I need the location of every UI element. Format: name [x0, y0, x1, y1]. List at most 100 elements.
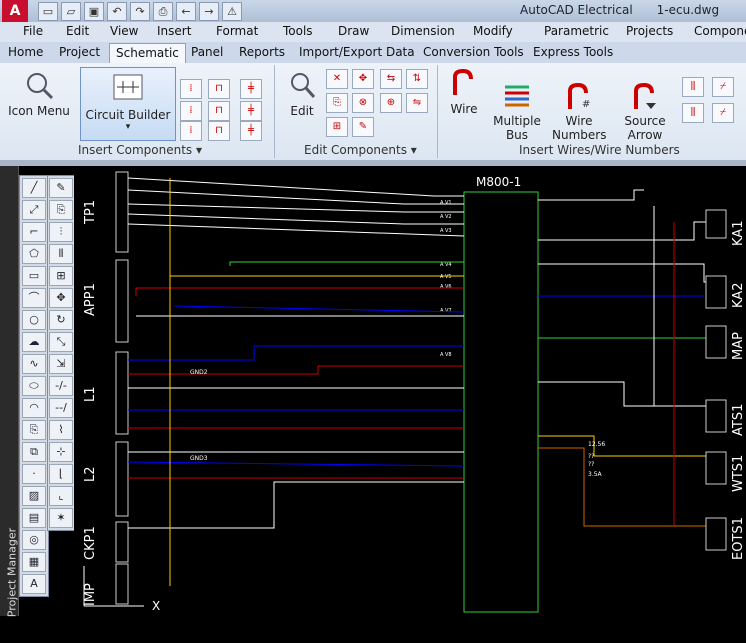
save-icon[interactable]: ▣	[84, 2, 104, 21]
copy-icon[interactable]: ⎘	[49, 200, 73, 220]
trim-icon[interactable]: -/-	[49, 376, 73, 396]
insert-tool-7[interactable]: ⁞	[180, 121, 202, 141]
tab-project[interactable]: Project	[59, 45, 100, 59]
retag-icon[interactable]: ⊗	[352, 93, 374, 113]
polyline-icon[interactable]: ⌐	[22, 222, 46, 242]
app-logo-icon[interactable]: A	[2, 0, 28, 22]
toggle-icon[interactable]: ⇋	[406, 93, 428, 113]
hatch-icon[interactable]: ▨	[22, 486, 46, 506]
menu-parametric[interactable]: Parametric	[544, 24, 609, 38]
insert-tool-9[interactable]: ╪	[240, 121, 262, 141]
insert-tool-5[interactable]: ⊓	[208, 101, 230, 121]
wire-tool-1[interactable]: ⫼	[682, 77, 704, 97]
menu-projects[interactable]: Projects	[626, 24, 673, 38]
wire-label: Wire	[450, 102, 478, 116]
attribute-icon[interactable]: ⊕	[380, 93, 402, 113]
insert-tool-3[interactable]: ╪	[240, 79, 262, 99]
delete-component-icon[interactable]: ✕	[326, 69, 348, 89]
menu-modify[interactable]: Modify	[473, 24, 513, 38]
menu-draw[interactable]: Draw	[338, 24, 369, 38]
wire-tool-4[interactable]: ⌿	[712, 103, 734, 123]
block-icon[interactable]: ⎘	[22, 420, 46, 440]
insert-components-title[interactable]: Insert Components ▾	[78, 143, 202, 157]
paint-icon[interactable]: ✎	[352, 117, 374, 137]
construction-line-icon[interactable]: ⤢	[22, 200, 46, 220]
insert-tool-6[interactable]: ╪	[240, 101, 262, 121]
warning-icon[interactable]: ⚠	[222, 2, 242, 21]
rectangle-icon[interactable]: ▭	[22, 266, 46, 286]
circuit-builder-button[interactable]: Circuit Builder ▾	[80, 67, 176, 141]
polygon-icon[interactable]: ⬠	[22, 244, 46, 264]
array-icon[interactable]: ⊞	[49, 266, 73, 286]
menu-edit[interactable]: Edit	[66, 24, 89, 38]
tab-import-export[interactable]: Import/Export Data	[299, 45, 415, 59]
label-map: MAP	[731, 332, 746, 360]
tab-schematic[interactable]: Schematic	[109, 43, 186, 63]
circle-icon[interactable]: ○	[22, 310, 46, 330]
project-manager-bar[interactable]: Project Manager	[0, 166, 19, 617]
scoot-icon[interactable]: ⇅	[406, 69, 428, 89]
edit-components-title[interactable]: Edit Components ▾	[304, 143, 417, 157]
move-icon[interactable]: ✥	[49, 288, 73, 308]
explode-icon[interactable]: ✶	[49, 508, 73, 528]
menu-tools[interactable]: Tools	[283, 24, 313, 38]
wire-tool-2[interactable]: ⌿	[712, 77, 734, 97]
menu-insert[interactable]: Insert	[157, 24, 191, 38]
menu-format[interactable]: Format	[216, 24, 258, 38]
undo-icon[interactable]: ↶	[107, 2, 127, 21]
tab-home[interactable]: Home	[8, 45, 43, 59]
wire-button[interactable]: Wire	[444, 67, 484, 116]
fillet-icon[interactable]: ⌞	[49, 486, 73, 506]
insert-tool-8[interactable]: ⊓	[208, 121, 230, 141]
point-icon[interactable]: ·	[22, 464, 46, 484]
align-icon[interactable]: ⇆	[380, 69, 402, 89]
menu-file[interactable]: File	[23, 24, 43, 38]
tab-express-tools[interactable]: Express Tools	[533, 45, 613, 59]
print-icon[interactable]: ⎙	[153, 2, 173, 21]
spline-icon[interactable]: ∿	[22, 354, 46, 374]
menu-components[interactable]: Compone	[694, 24, 746, 38]
edit-button[interactable]: Edit	[282, 69, 322, 118]
make-block-icon[interactable]: ⧉	[22, 442, 46, 462]
insert-tool-2[interactable]: ⊓	[208, 79, 230, 99]
forward-icon[interactable]: →	[199, 2, 219, 21]
scale-icon[interactable]: ⤡	[49, 332, 73, 352]
new-icon[interactable]: ▭	[38, 2, 58, 21]
extend-icon[interactable]: --/	[49, 398, 73, 418]
back-icon[interactable]: ←	[176, 2, 196, 21]
insert-tool-1[interactable]: ⁞	[180, 79, 202, 99]
label-l1: L1	[83, 386, 98, 402]
offset-icon[interactable]: ⫴	[49, 244, 73, 264]
menu-dimension[interactable]: Dimension	[391, 24, 455, 38]
join-icon[interactable]: ⊹	[49, 442, 73, 462]
gradient-icon[interactable]: ▤	[22, 508, 46, 528]
line-icon[interactable]: ╱	[22, 178, 46, 198]
copy-component-icon[interactable]: ⎘	[326, 93, 348, 113]
mtext-icon[interactable]: A	[22, 574, 46, 594]
wire-tool-3[interactable]: ⫼	[682, 103, 704, 123]
mirror-icon[interactable]: ⫶	[49, 222, 73, 242]
edit-components-label: Edit Components	[304, 143, 407, 157]
tab-panel[interactable]: Panel	[191, 45, 223, 59]
move-component-icon[interactable]: ✥	[352, 69, 374, 89]
ellipse-arc-icon[interactable]: ◠	[22, 398, 46, 418]
insert-tool-4[interactable]: ⁞	[180, 101, 202, 121]
swap-icon[interactable]: ⊞	[326, 117, 348, 137]
ellipse-icon[interactable]: ⬭	[22, 376, 46, 396]
drawing-canvas[interactable]: M800-1 A V1 A V2 A V3 A V4 A V5 A V6 A V…	[74, 166, 746, 616]
redo-icon[interactable]: ↷	[130, 2, 150, 21]
erase-icon[interactable]: ✎	[49, 178, 73, 198]
stretch-icon[interactable]: ⇲	[49, 354, 73, 374]
tab-reports[interactable]: Reports	[239, 45, 285, 59]
arc-icon[interactable]: ⌒	[22, 288, 46, 308]
chamfer-icon[interactable]: ⌊	[49, 464, 73, 484]
region-icon[interactable]: ◎	[22, 530, 46, 550]
break-icon[interactable]: ⌇	[49, 420, 73, 440]
revcloud-icon[interactable]: ☁	[22, 332, 46, 352]
tab-conversion-tools[interactable]: Conversion Tools	[423, 45, 524, 59]
menu-view[interactable]: View	[110, 24, 138, 38]
icon-menu-button[interactable]: Icon Menu	[6, 69, 72, 118]
open-icon[interactable]: ▱	[61, 2, 81, 21]
table-icon[interactable]: ▦	[22, 552, 46, 572]
rotate-icon[interactable]: ↻	[49, 310, 73, 330]
